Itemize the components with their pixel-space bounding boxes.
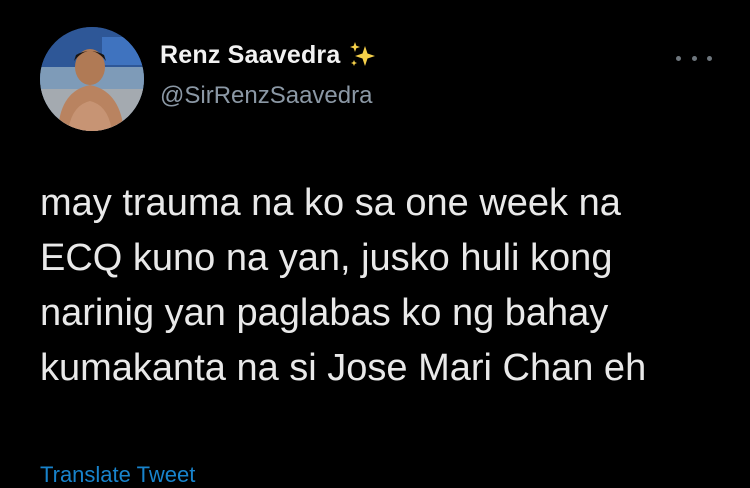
translate-tweet-link[interactable]: Translate Tweet xyxy=(40,462,195,488)
dot-icon xyxy=(691,55,697,61)
user-avatar[interactable] xyxy=(40,27,144,131)
tweet-text-line: kumakanta na si Jose Mari Chan eh xyxy=(40,347,647,389)
dot-icon xyxy=(676,55,681,61)
profile-photo-icon xyxy=(40,27,144,131)
tweet-text-line: ECQ kuno na yan, jusko huli kong xyxy=(40,237,613,279)
dot-icon xyxy=(707,55,712,61)
more-options-icon[interactable] xyxy=(676,50,712,66)
sparkles-icon xyxy=(348,40,378,70)
tweet-text-line: may trauma na ko sa one week na xyxy=(40,182,621,224)
display-name[interactable]: Renz Saavedra xyxy=(160,41,340,70)
name-row: Renz Saavedra xyxy=(160,40,378,70)
tweet-text-line: narinig yan paglabas ko ng bahay xyxy=(40,292,609,334)
tweet-card: Renz Saavedra @SirRenzSaavedra may traum… xyxy=(0,0,750,487)
tweet-text: may trauma na ko sa one week na ECQ kuno… xyxy=(40,176,730,396)
user-handle[interactable]: @SirRenzSaavedra xyxy=(160,82,372,110)
